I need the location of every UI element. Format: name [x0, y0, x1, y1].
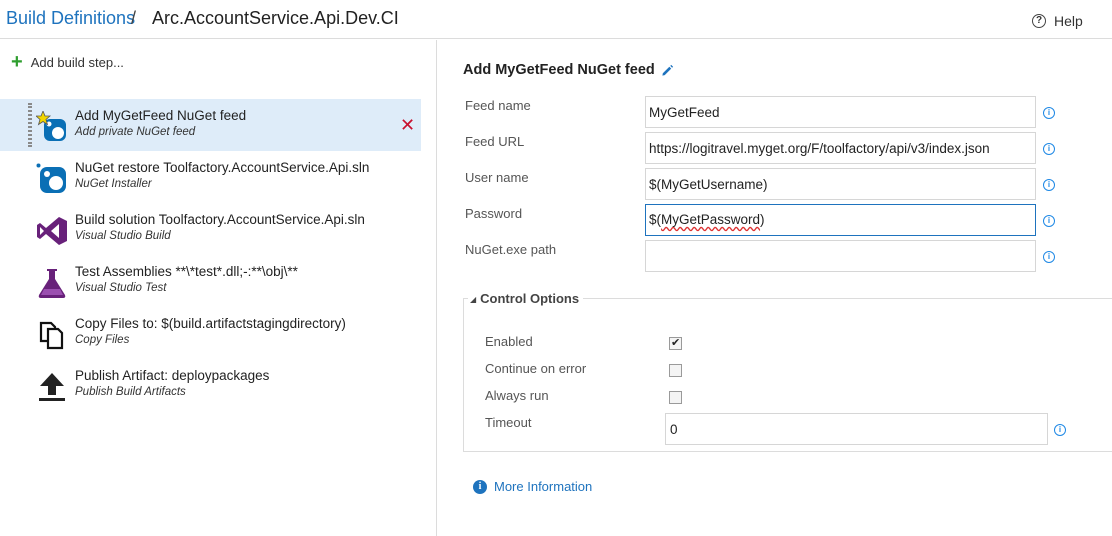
build-step-list: Add MyGetFeed NuGet feed Add private NuG…	[0, 99, 437, 411]
build-step-item[interactable]: Add MyGetFeed NuGet feed Add private NuG…	[0, 99, 421, 151]
step-title: NuGet restore Toolfactory.AccountService…	[75, 160, 370, 175]
task-title: Add MyGetFeed NuGet feed	[463, 62, 655, 78]
password-label: Password	[465, 206, 523, 221]
info-icon[interactable]: i	[1043, 143, 1055, 155]
control-options-title: Control Options	[480, 291, 580, 306]
info-icon[interactable]: i	[1043, 107, 1055, 119]
step-title: Publish Artifact: deploypackages	[75, 368, 270, 383]
timeout-input[interactable]	[665, 413, 1048, 445]
add-build-step-label: Add build step...	[30, 54, 124, 70]
always-run-checkbox[interactable]	[669, 391, 682, 404]
info-icon[interactable]: i	[1043, 215, 1055, 227]
info-icon[interactable]: i	[1043, 251, 1055, 263]
step-title: Build solution Toolfactory.AccountServic…	[75, 212, 365, 227]
user-name-input[interactable]	[645, 168, 1036, 200]
flask-icon	[38, 269, 66, 298]
info-icon[interactable]: i	[1043, 179, 1055, 191]
continue-on-error-label: Continue on error	[485, 361, 587, 376]
plus-icon: +	[11, 51, 23, 73]
step-title: Copy Files to: $(build.artifactstagingdi…	[75, 316, 346, 331]
feed-url-input[interactable]	[645, 132, 1036, 164]
drag-handle[interactable]	[28, 103, 32, 147]
add-build-step-button[interactable]: + Add build step...	[11, 51, 124, 73]
continue-on-error-checkbox[interactable]	[669, 364, 682, 377]
step-subtitle: Add private NuGet feed	[75, 126, 196, 138]
nuget-exe-path-input[interactable]	[645, 240, 1036, 272]
collapse-triangle-icon: ◢	[470, 295, 477, 304]
step-subtitle: Visual Studio Build	[75, 230, 171, 242]
step-title: Test Assemblies **\*test*.dll;-:**\obj\*…	[75, 264, 298, 279]
step-subtitle: Publish Build Artifacts	[75, 386, 186, 398]
upload-icon	[39, 373, 65, 401]
build-step-item[interactable]: Copy Files to: $(build.artifactstagingdi…	[0, 307, 421, 359]
user-name-label: User name	[465, 170, 529, 185]
step-title: Add MyGetFeed NuGet feed	[75, 108, 247, 123]
build-steps-panel: + Add build step... Add MyGetFeed NuGet …	[0, 40, 437, 536]
nuget-exe-path-label: NuGet.exe path	[465, 242, 557, 257]
always-run-label: Always run	[485, 388, 549, 403]
build-step-item[interactable]: Test Assemblies **\*test*.dll;-:**\obj\*…	[0, 255, 421, 307]
task-title-row: Add MyGetFeed NuGet feed	[463, 62, 674, 78]
info-filled-icon: i	[473, 479, 487, 494]
step-subtitle: NuGet Installer	[75, 178, 152, 190]
more-information-label: More Information	[494, 479, 593, 494]
help-label: Help	[1054, 13, 1083, 29]
help-button[interactable]: ? Help	[1032, 13, 1083, 29]
password-value-variable: MyGetPassword	[661, 212, 761, 227]
help-icon: ?	[1032, 14, 1046, 28]
copy-files-icon	[39, 321, 64, 350]
password-input[interactable]: $(MyGetPassword)	[645, 204, 1036, 236]
task-details-panel: Add MyGetFeed NuGet feed Feed name i Fee…	[438, 40, 1112, 536]
feed-url-label: Feed URL	[465, 134, 525, 149]
build-step-item[interactable]: NuGet restore Toolfactory.AccountService…	[0, 151, 421, 203]
step-subtitle: Visual Studio Test	[75, 282, 167, 294]
edit-pencil-icon[interactable]	[661, 64, 674, 77]
remove-step-icon[interactable]: ✕	[400, 115, 415, 136]
nuget-star-icon	[36, 111, 66, 141]
control-options-toggle[interactable]: ◢ Control Options	[468, 291, 584, 306]
visual-studio-icon	[37, 217, 67, 245]
feed-name-label: Feed name	[465, 98, 531, 113]
step-subtitle: Copy Files	[75, 334, 130, 346]
info-icon[interactable]: i	[1054, 424, 1066, 436]
build-step-item[interactable]: Publish Artifact: deploypackages Publish…	[0, 359, 421, 411]
breadcrumb-build-definitions[interactable]: Build Definitions	[6, 8, 135, 29]
enabled-checkbox[interactable]: ✔	[669, 337, 682, 350]
timeout-label: Timeout	[485, 415, 532, 430]
enabled-label: Enabled	[485, 334, 533, 349]
header-bar: Build Definitions / Arc.AccountService.A…	[0, 0, 1112, 39]
checkmark-icon: ✔	[671, 337, 681, 349]
feed-name-input[interactable]	[645, 96, 1036, 128]
nuget-icon	[36, 163, 66, 193]
password-value-suffix: )	[760, 212, 765, 227]
page-title: Arc.AccountService.Api.Dev.CI	[152, 8, 399, 28]
breadcrumb-separator: /	[131, 8, 137, 28]
build-step-item[interactable]: Build solution Toolfactory.AccountServic…	[0, 203, 421, 255]
more-information-link[interactable]: i More Information	[473, 479, 592, 494]
password-value-prefix: $(	[649, 212, 662, 227]
